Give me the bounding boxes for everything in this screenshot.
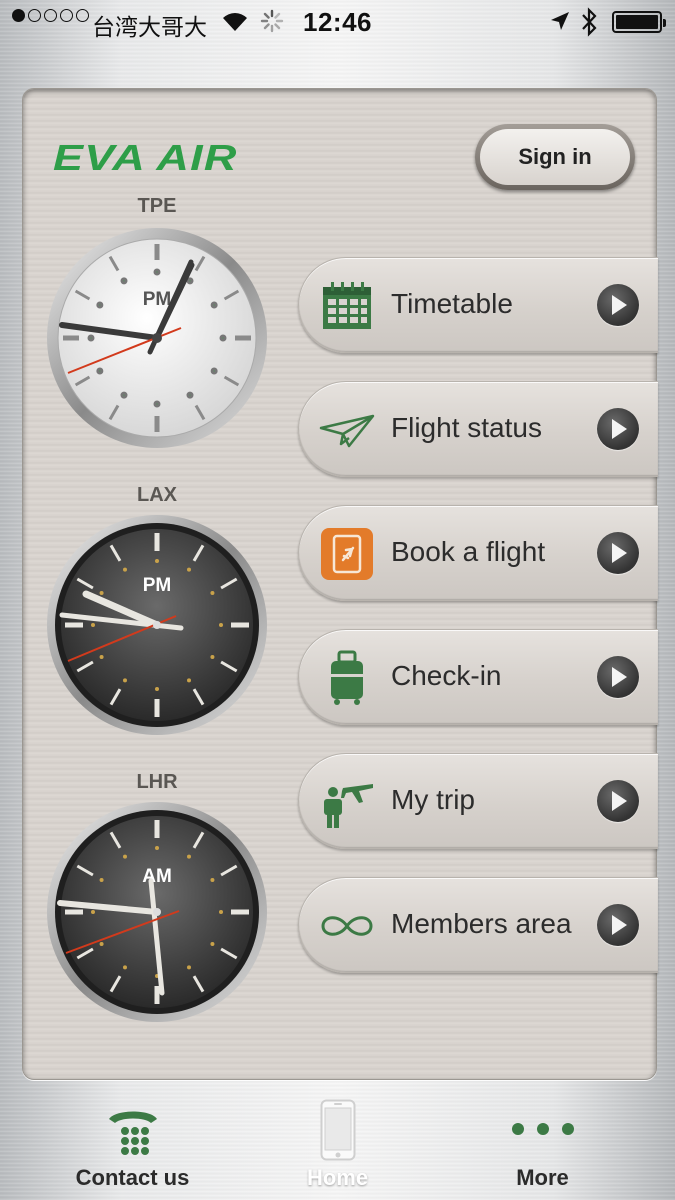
clock-city-label: LAX <box>137 484 177 506</box>
clock-hour-dot <box>210 878 215 882</box>
clock-hour-dot <box>219 910 223 914</box>
more-dots-icon <box>511 1123 574 1135</box>
my-trip-button[interactable]: My trip <box>298 753 658 849</box>
clock-hour-dot <box>187 854 191 859</box>
clock-period: AM <box>142 866 172 887</box>
sign-in-label: Sign in <box>480 129 630 185</box>
clock-hour-dot <box>123 678 127 683</box>
luggage-icon <box>331 650 363 705</box>
clock-hour-dot <box>187 965 191 970</box>
tab-bar: Contact us Home More <box>0 1085 675 1200</box>
paper-plane-icon <box>319 414 375 448</box>
tab-home[interactable]: Home <box>225 1085 450 1200</box>
clock-hour-dot <box>186 391 194 399</box>
clock-hour-dot <box>210 655 215 659</box>
tab-label: Home <box>306 1165 369 1190</box>
clock-hour-dot <box>123 567 127 572</box>
clock-hour-dot <box>99 878 104 882</box>
menu-label: Check-in <box>391 660 502 691</box>
clock-hour-dot <box>210 591 215 595</box>
clock-hour-dot <box>155 846 159 850</box>
clock-hour-dot <box>120 277 128 285</box>
bluetooth-icon <box>582 7 597 37</box>
booking-icon <box>321 528 373 580</box>
clock-hour-dot <box>210 301 218 309</box>
tab-label: Contact us <box>75 1165 190 1190</box>
clock-hour-dot <box>186 277 194 285</box>
clock-hour-dot <box>219 334 227 342</box>
status-bar: 台湾大哥大 12:46 <box>0 0 675 44</box>
menu-label: Flight status <box>391 412 542 443</box>
clock-hour-dot <box>91 623 95 627</box>
clock-hour-dot <box>210 942 215 946</box>
members-area-button[interactable]: Members area <box>298 877 658 973</box>
battery-icon <box>612 11 666 33</box>
clock-hour-dot <box>87 334 95 342</box>
infinity-icon <box>321 916 373 936</box>
lhr-clock: AM <box>47 802 267 1022</box>
status-time: 12:46 <box>303 7 372 37</box>
sign-in-button[interactable]: Sign in <box>475 124 635 190</box>
menu-label: Book a flight <box>391 536 546 567</box>
clock-hour-dot <box>153 400 161 408</box>
flight-status-button[interactable]: Flight status <box>298 381 658 477</box>
tab-label: More <box>516 1165 569 1190</box>
check-in-button[interactable]: Check-in <box>298 629 658 725</box>
lax-clock: PM <box>47 515 267 735</box>
clock-hour-dot <box>120 391 128 399</box>
chevron-right-icon <box>597 532 639 574</box>
location-arrow-icon <box>551 12 569 30</box>
clock-period: PM <box>143 575 172 596</box>
menu-label: Members area <box>391 908 572 939</box>
clock-hour-dot <box>153 268 161 276</box>
clock-hour-dot <box>99 655 104 659</box>
clock-hour-dot <box>96 367 104 375</box>
clock-hour-dot <box>219 623 223 627</box>
clock-period: PM <box>143 289 172 310</box>
clock-hour-dot <box>123 854 127 859</box>
book-flight-button[interactable]: Book a flight <box>298 505 658 601</box>
chevron-right-icon <box>597 904 639 946</box>
clock-hour-dot <box>99 942 104 946</box>
clock-city-label: LHR <box>136 771 178 793</box>
clock-hour-dot <box>155 559 159 563</box>
traveler-plane-icon <box>324 784 373 828</box>
clock-hour-dot <box>91 910 95 914</box>
clock-hour-dot <box>123 965 127 970</box>
clock-hour-dot <box>187 567 191 572</box>
chevron-right-icon <box>597 408 639 450</box>
clock-hour-dot <box>96 301 104 309</box>
eva-air-logo: EVA AIR <box>53 137 238 178</box>
clock-city-label: TPE <box>137 195 177 217</box>
chevron-right-icon <box>597 284 639 326</box>
menu-label: Timetable <box>391 288 513 319</box>
main-panel: EVA AIR Sign in TPE LAX LHR PM PM AM Tim… <box>22 88 658 1080</box>
tab-contact-us[interactable]: Contact us <box>20 1085 245 1200</box>
timetable-button[interactable]: Timetable <box>298 257 658 353</box>
chevron-right-icon <box>597 656 639 698</box>
phone-icon <box>108 1111 157 1155</box>
clock-hour-dot <box>155 687 159 691</box>
menu-label: My trip <box>391 784 475 815</box>
phone-device-icon <box>320 1099 355 1161</box>
calendar-icon <box>323 282 371 329</box>
clock-hour-dot <box>99 591 104 595</box>
chevron-right-icon <box>597 780 639 822</box>
clock-hour-dot <box>210 367 218 375</box>
clock-hour-dot <box>187 678 191 683</box>
tab-more[interactable]: More <box>430 1085 655 1200</box>
tpe-clock: PM <box>47 228 267 448</box>
